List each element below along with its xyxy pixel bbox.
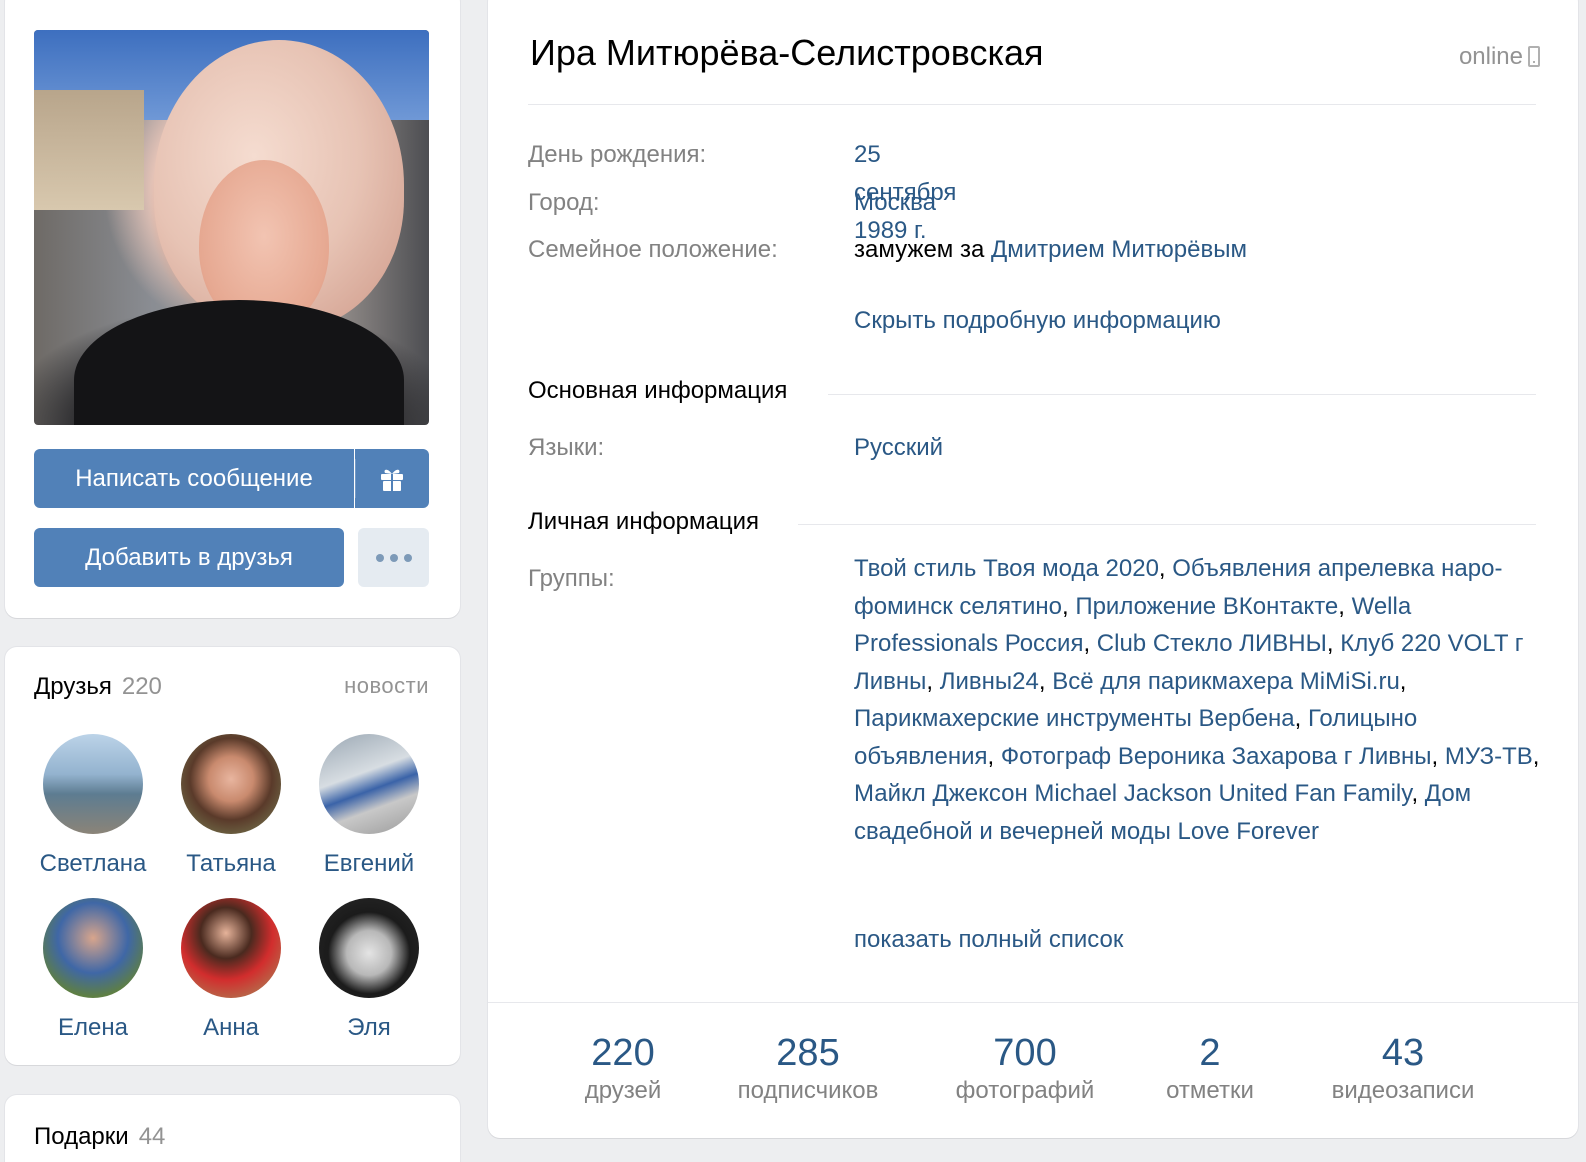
more-actions-button[interactable] [358,528,429,587]
friend-item[interactable]: Светлана [23,734,163,878]
friend-name: Анна [203,1014,259,1041]
group-link[interactable]: Твой стиль Твоя мода 2020 [854,555,1159,582]
gifts-card: Подарки 44 [5,1095,460,1162]
relationship-partner-link[interactable]: Дмитрием Митюрёвым [991,236,1247,263]
group-link[interactable]: МУЗ-ТВ [1445,743,1533,770]
group-link[interactable]: Фотограф Вероника Захарова г Ливны [1001,743,1432,770]
friends-news-link[interactable]: новости [344,673,429,699]
languages-label: Языки: [528,434,605,461]
friend-name: Елена [58,1014,128,1041]
stat-friends[interactable]: 220 друзей [560,1031,686,1105]
gift-icon [381,469,403,491]
stat-photos[interactable]: 700 фотографий [940,1031,1110,1105]
mobile-phone-icon [1528,46,1540,67]
gifts-title[interactable]: Подарки 44 [34,1123,165,1151]
friend-avatar [181,898,281,998]
friends-title[interactable]: Друзья 220 [34,673,162,701]
friend-avatar [319,734,419,834]
group-link[interactable]: Всё для парикмахера MiMiSi.ru [1052,668,1400,695]
stat-label: отметки [1166,1077,1254,1104]
relationship-prefix: замужем за [854,236,985,263]
profile-name: Ира Митюрёва-Селистровская [530,32,1044,73]
friend-name: Светлана [39,850,147,877]
avatar-card: Написать сообщение Добавить в друзья [5,0,460,618]
more-dots-icon [375,553,412,562]
stat-value: 220 [591,1032,655,1074]
gifts-count: 44 [138,1123,166,1150]
stat-label: фотографий [955,1077,1095,1104]
friend-item[interactable]: Евгений [299,734,439,878]
group-link[interactable]: Парикмахерские инструменты Вербена [854,705,1295,732]
send-message-label: Написать сообщение [75,464,313,492]
profile-photo[interactable] [34,30,429,425]
groups-list: Твой стиль Твоя мода 2020, Объявления ап… [854,555,1540,845]
group-link[interactable]: Приложение ВКонтакте [1075,593,1338,620]
online-status: online [1458,43,1523,70]
group-link[interactable]: Club Стекло ЛИВНЫ [1097,630,1327,657]
photo-building [34,90,144,210]
friend-item[interactable]: Анна [161,898,301,1042]
add-friend-label: Добавить в друзья [85,543,293,571]
friend-name: Татьяна [186,850,276,877]
friends-card: Друзья 220 новости Светлана Татьяна Евген… [5,647,460,1065]
personal-info-title: Личная информация [528,508,774,536]
friends-title-label: Друзья [34,673,112,700]
basic-info-divider [828,394,1536,395]
send-gift-button[interactable] [355,449,429,508]
friend-name: Эля [347,1014,391,1041]
stat-value: 2 [1199,1032,1221,1074]
stat-label: видеозаписи [1331,1077,1475,1104]
stat-value: 43 [1381,1032,1425,1074]
friends-count: 220 [121,673,162,700]
stat-tags[interactable]: 2 отметки [1150,1031,1270,1105]
friend-name: Евгений [323,850,415,877]
group-link[interactable]: Майкл Джексон Michael Jackson United Fan… [854,780,1411,807]
photo-fur-coat [74,300,404,425]
stat-followers[interactable]: 285 подписчиков [718,1031,898,1105]
friend-item[interactable]: Елена [23,898,163,1042]
groups-label: Группы: [528,565,615,592]
friend-item[interactable]: Татьяна [161,734,301,878]
hide-details-link[interactable]: Скрыть подробную информацию [854,302,1221,340]
stat-videos[interactable]: 43 видеозаписи [1312,1031,1494,1105]
stat-label: друзей [584,1077,662,1104]
friend-avatar [181,734,281,834]
stat-value: 285 [776,1032,840,1074]
group-link[interactable]: Ливны24 [940,668,1039,695]
show-full-list-link[interactable]: показать полный список [854,921,1123,959]
friend-item[interactable]: Эля [299,898,439,1042]
stat-value: 700 [993,1032,1057,1074]
friend-avatar [319,898,419,998]
send-message-button[interactable]: Написать сообщение [34,449,354,508]
profile-info-card: Ира Митюрёва-Селистровская online День р… [488,0,1578,1138]
relationship-label: Семейное положение: [528,236,778,263]
city-label: Город: [528,189,600,216]
friend-avatar [43,898,143,998]
basic-info-title: Основная информация [528,377,802,405]
personal-info-divider [798,524,1536,525]
profile-stats-bar: 220 друзей 285 подписчиков 700 фотографи… [488,1002,1578,1138]
add-friend-button[interactable]: Добавить в друзья [34,528,344,587]
gifts-title-label: Подарки [34,1123,129,1150]
languages-value[interactable]: Русский [854,429,943,467]
header-divider [528,104,1536,105]
friend-avatar [43,734,143,834]
city-value[interactable]: Москва [854,184,936,222]
birthday-label: День рождения: [528,141,707,168]
relationship-value: замужем за Дмитрием Митюрёвым [854,231,1247,269]
stat-label: подписчиков [737,1077,879,1104]
